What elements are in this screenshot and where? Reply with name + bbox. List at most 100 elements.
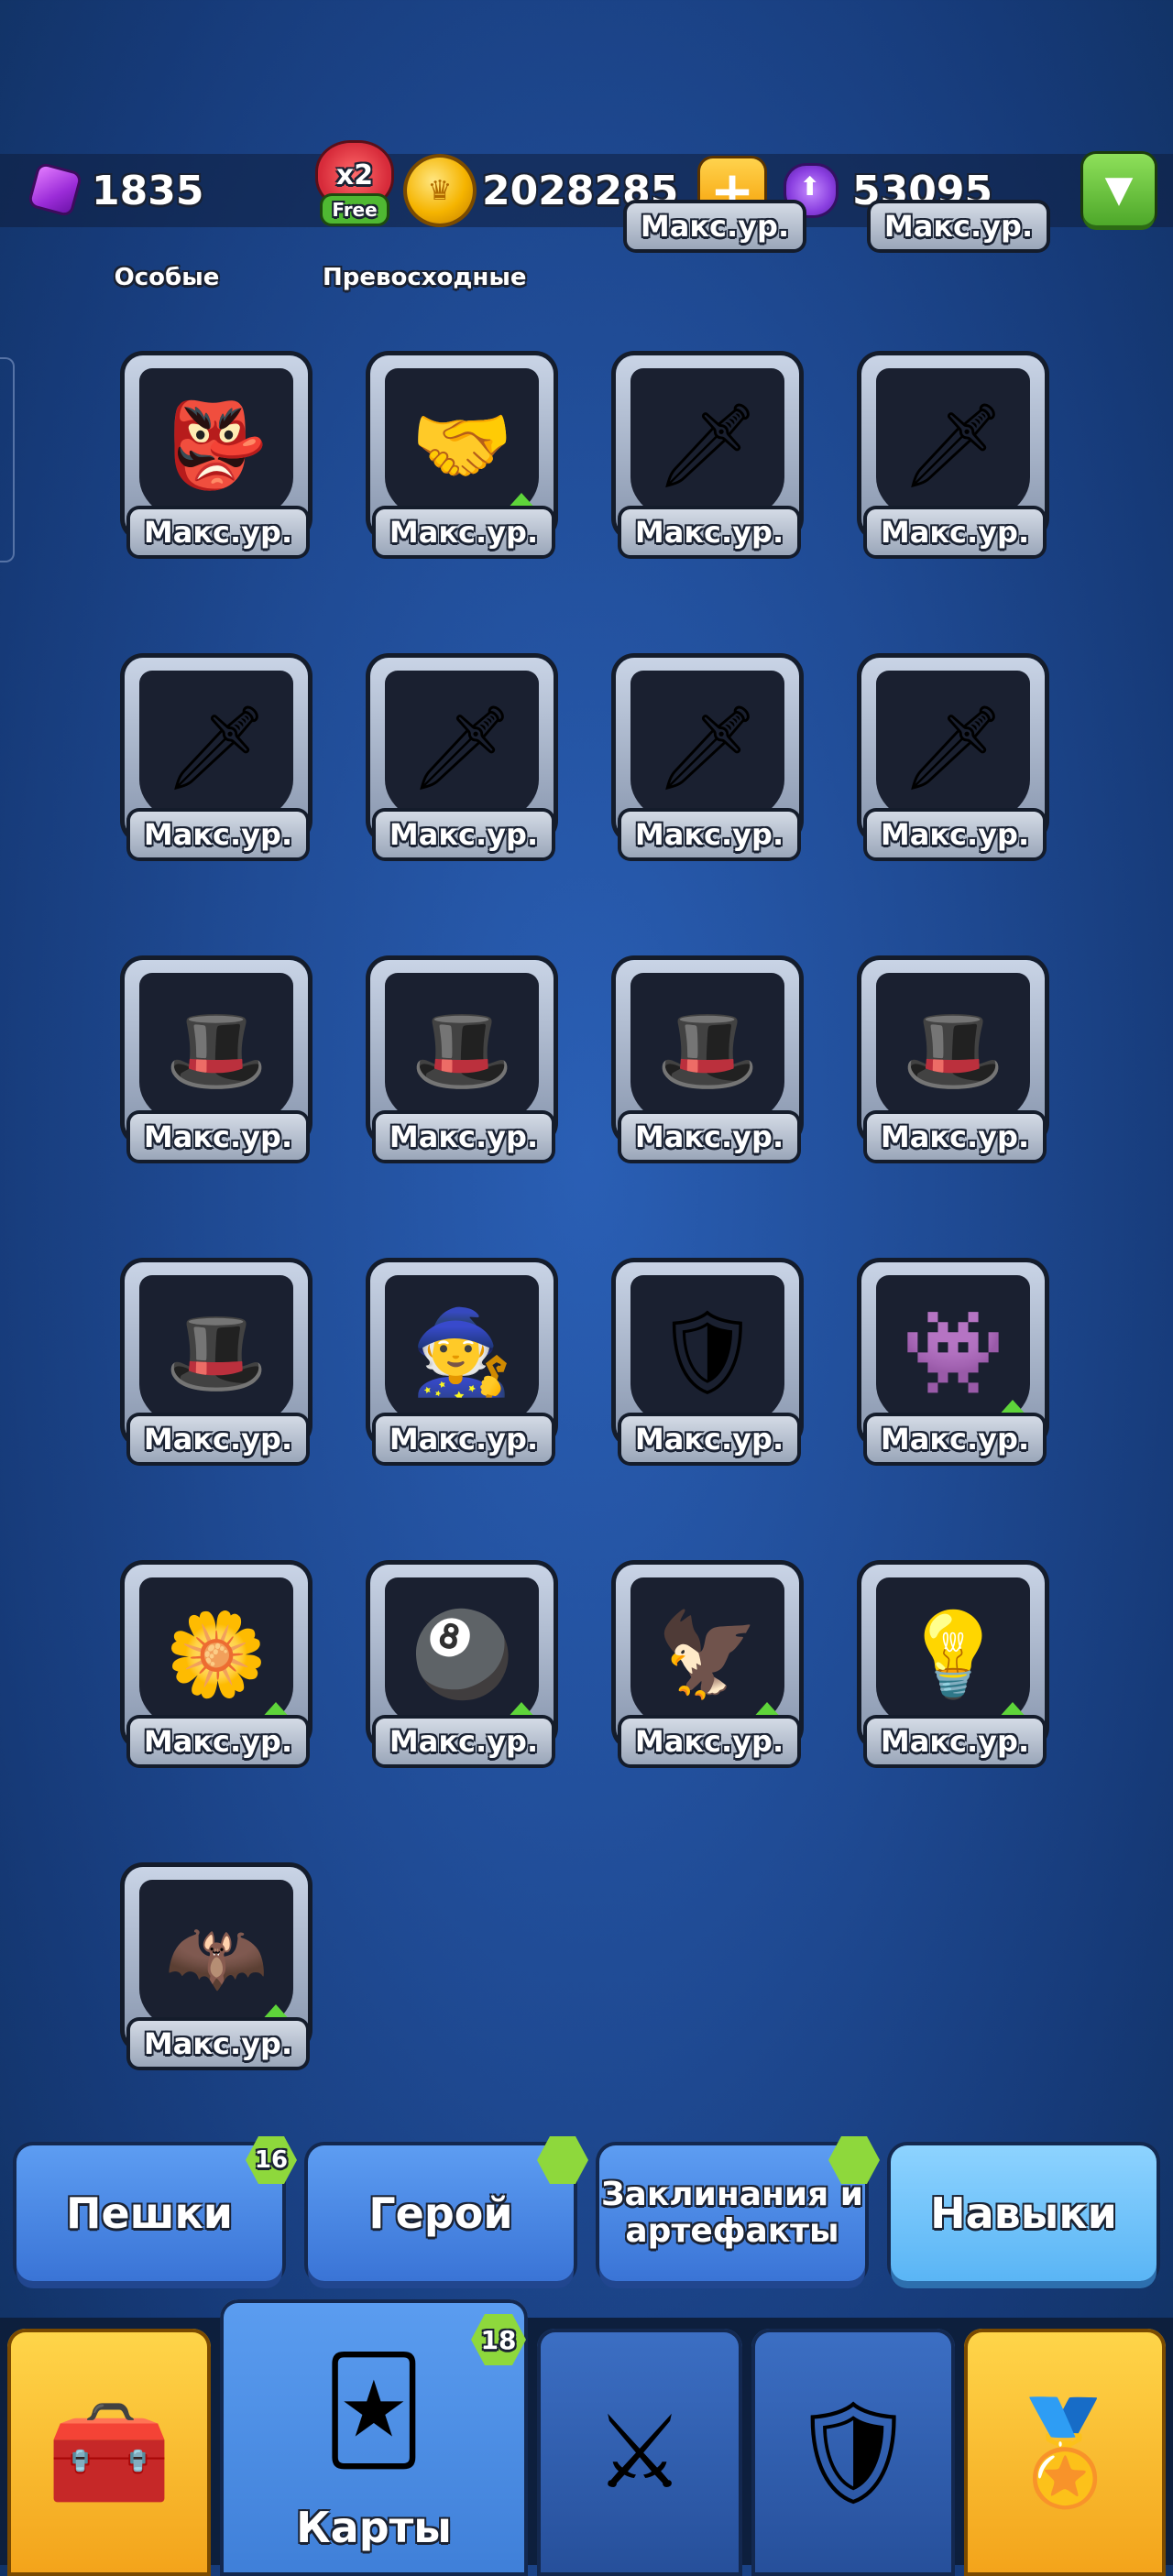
- nav-battle[interactable]: ⚔: [537, 2329, 742, 2576]
- bulb-upgrade-icon: 💡: [901, 1607, 1005, 1703]
- card-hat-eagle[interactable]: 🎩 Макс.ур.: [612, 956, 808, 1167]
- level-label: Макс.ур.: [376, 812, 552, 857]
- red-wizard-icon: 🧙: [410, 1304, 514, 1401]
- card-hat-nature[interactable]: 🎩 Макс.ур.: [121, 956, 317, 1167]
- card-art: 🎩: [385, 973, 539, 1129]
- tab-skills[interactable]: Навыки: [891, 2145, 1157, 2281]
- card-sword-nature[interactable]: 🗡 Макс.ур.: [612, 352, 808, 562]
- crown-coin-icon: ♛: [407, 158, 473, 224]
- max-shield-icon: 🛡: [654, 1304, 761, 1401]
- card-art: 🎩: [630, 973, 784, 1129]
- sword-bulb-icon: 🗡: [409, 700, 515, 796]
- card-art: 👺: [139, 368, 293, 524]
- tab-pawns[interactable]: Пешки: [16, 2145, 282, 2281]
- level-label: Макс.ур.: [621, 509, 797, 555]
- card-sword-eagle[interactable]: 🗡 Макс.ур.: [121, 654, 317, 865]
- tab-hero-label: Герой: [368, 2188, 513, 2238]
- card-sword-bulb[interactable]: 🗡 Макс.ур.: [367, 654, 563, 865]
- handshake-icon: 🤝: [410, 398, 514, 494]
- nav-shop[interactable]: 🧰: [7, 2329, 211, 2576]
- eagle-upgrade-icon: 🦅: [655, 1607, 760, 1703]
- level-label: Макс.ур.: [621, 1114, 797, 1160]
- level-label: Макс.ур.: [627, 203, 803, 249]
- card-goblin-wizard[interactable]: 👺 Макс.ур.: [121, 352, 317, 562]
- level-label: Макс.ур.: [130, 1114, 306, 1160]
- card-art: 🎩: [139, 973, 293, 1129]
- level-label: Макс.ур.: [621, 1416, 797, 1462]
- card-art: 🗡: [876, 671, 1030, 826]
- card-sword-bat[interactable]: 🗡 Макс.ур.: [612, 654, 808, 865]
- card-art: 🗡: [630, 368, 784, 524]
- card-hat-bat[interactable]: 🎩 Макс.ур.: [121, 1259, 317, 1469]
- level-label: Макс.ур.: [376, 1416, 552, 1462]
- card-art: 🎩: [139, 1275, 293, 1431]
- cards-stack-icon: 🃏: [322, 2352, 426, 2469]
- card-art: 🗡: [876, 368, 1030, 524]
- special-label: Особые: [114, 264, 220, 291]
- tab-pawns-label: Пешки: [65, 2188, 233, 2238]
- level-label: Макс.ур.: [867, 1114, 1043, 1160]
- card-red-wizard[interactable]: 🧙 Макс.ур.: [367, 1259, 563, 1469]
- sword-eagle-icon: 🗡: [163, 700, 269, 796]
- card-max-shield[interactable]: 🛡 Макс.ур.: [612, 1259, 808, 1469]
- card-eightball-upgrade[interactable]: 🎱 Макс.ур.: [367, 1561, 563, 1772]
- crossed-swords-icon: ⚔: [594, 2394, 685, 2511]
- level-label: Макс.ур.: [130, 509, 306, 555]
- level-label: Макс.ур.: [867, 1416, 1043, 1462]
- level-label: Макс.ур.: [867, 509, 1043, 555]
- level-label: Макс.ур.: [867, 812, 1043, 857]
- card-pink-ghost[interactable]: 👾 Макс.ур.: [858, 1259, 1054, 1469]
- hat-eightball-icon: 🎩: [410, 1002, 514, 1098]
- nav-cards-label: Карты: [296, 2503, 452, 2552]
- level-label: Макс.ур.: [871, 203, 1047, 249]
- card-art: 🎩: [876, 973, 1030, 1129]
- level-label: Макс.ур.: [376, 509, 552, 555]
- card-art: 🗡: [630, 671, 784, 826]
- card-bulb-upgrade[interactable]: 💡 Макс.ур.: [858, 1561, 1054, 1772]
- card-handshake[interactable]: 🤝 Макс.ур.: [367, 352, 563, 562]
- card-hat-eightball[interactable]: 🎩 Макс.ур.: [367, 956, 563, 1167]
- treasure-chest-icon: 🧰: [46, 2394, 172, 2511]
- partial-card-frame-3: Макс.ур.: [618, 181, 814, 310]
- gems-value: 1835: [92, 167, 204, 214]
- tab-spells-artifacts[interactable]: Заклинания и артефакты: [599, 2145, 865, 2281]
- level-label: Макс.ур.: [621, 1719, 797, 1764]
- card-bat-upgrade[interactable]: 🦇 Макс.ур.: [121, 1863, 317, 2074]
- eightball-upgrade-icon: 🎱: [410, 1607, 514, 1703]
- dropdown-button[interactable]: ▼: [1083, 154, 1155, 225]
- hat-nature-icon: 🎩: [164, 1002, 269, 1098]
- sword-eightball-icon: 🗡: [900, 398, 1006, 494]
- free-label: Free: [323, 196, 387, 224]
- card-nature-upgrade[interactable]: 🌼 Макс.ур.: [121, 1561, 317, 1772]
- hat-bulb-icon: 🎩: [901, 1002, 1005, 1098]
- sword-nature-icon: 🗡: [654, 398, 761, 494]
- tab-hero[interactable]: Герой: [308, 2145, 574, 2281]
- side-tab-handle[interactable]: [0, 357, 15, 562]
- card-art: 🛡: [630, 1275, 784, 1431]
- card-sword-eightball[interactable]: 🗡 Макс.ур.: [858, 352, 1054, 562]
- level-label: Макс.ур.: [621, 812, 797, 857]
- level-label: Макс.ур.: [130, 812, 306, 857]
- nature-upgrade-icon: 🌼: [164, 1607, 269, 1703]
- nav-clan[interactable]: 🛡: [751, 2329, 955, 2576]
- level-label: Макс.ур.: [130, 1719, 306, 1764]
- bottom-navigation: 🧰 🃏 Карты 18 ⚔ 🛡 🏅: [0, 2299, 1173, 2576]
- x2-free-badge[interactable]: x2 Free: [313, 143, 396, 235]
- clan-shield-icon: 🛡: [789, 2394, 917, 2511]
- hat-eagle-icon: 🎩: [655, 1002, 760, 1098]
- card-eagle-upgrade[interactable]: 🦅 Макс.ур.: [612, 1561, 808, 1772]
- gem-icon: [26, 162, 82, 219]
- partial-card-frame-4: Макс.ур.: [861, 181, 1058, 310]
- gems-counter[interactable]: 1835: [26, 154, 203, 227]
- card-art: 🗡: [139, 671, 293, 826]
- card-hat-bulb[interactable]: 🎩 Макс.ур.: [858, 956, 1054, 1167]
- superior-label: Превосходные: [323, 264, 527, 291]
- laurel-crown-icon: 🏅: [1002, 2394, 1128, 2511]
- level-label: Макс.ур.: [376, 1719, 552, 1764]
- tab-spells-label: Заклинания и артефакты: [600, 2176, 864, 2250]
- card-sword-wizard[interactable]: 🗡 Макс.ур.: [858, 654, 1054, 865]
- sword-wizard-icon: 🗡: [900, 700, 1006, 796]
- nav-rewards[interactable]: 🏅: [964, 2329, 1166, 2576]
- pink-ghost-icon: 👾: [901, 1304, 1005, 1401]
- level-label: Макс.ур.: [867, 1719, 1043, 1764]
